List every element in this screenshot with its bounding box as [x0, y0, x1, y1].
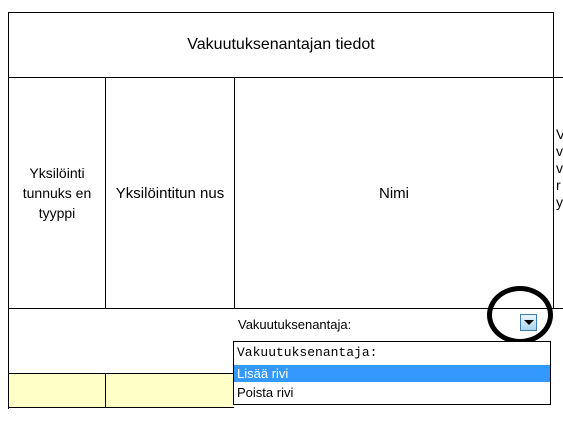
gridline: [9, 12, 553, 13]
dropdown-item-remove-row[interactable]: Poista rivi: [234, 384, 550, 401]
input-cell[interactable]: [9, 374, 105, 407]
column-header-name: Nimi: [379, 184, 409, 202]
combo-dropdown-list[interactable]: Vakuutuksenantaja: Lisää rivi Poista riv…: [233, 341, 551, 405]
column-header-id-type: Yksilöinti tunnuks en tyyppi: [22, 165, 92, 221]
section-title: Vakuutuksenantajan tiedot: [187, 36, 375, 53]
gridline: [9, 407, 234, 408]
column-header-truncated: V v v r y: [556, 126, 563, 210]
gridline: [553, 12, 554, 309]
highlight-circle: [487, 286, 553, 344]
dropdown-item-add-row[interactable]: Lisää rivi: [234, 365, 550, 382]
spreadsheet-area: Vakuutuksenantajan tiedot Yksilöinti tun…: [0, 0, 563, 421]
input-cell[interactable]: [106, 374, 234, 407]
column-header-id-code: Yksilöintitun nus: [115, 184, 225, 202]
combo-selected-value: Vakuutuksenantaja:: [238, 317, 352, 332]
dropdown-item-insurer[interactable]: Vakuutuksenantaja:: [234, 344, 550, 361]
